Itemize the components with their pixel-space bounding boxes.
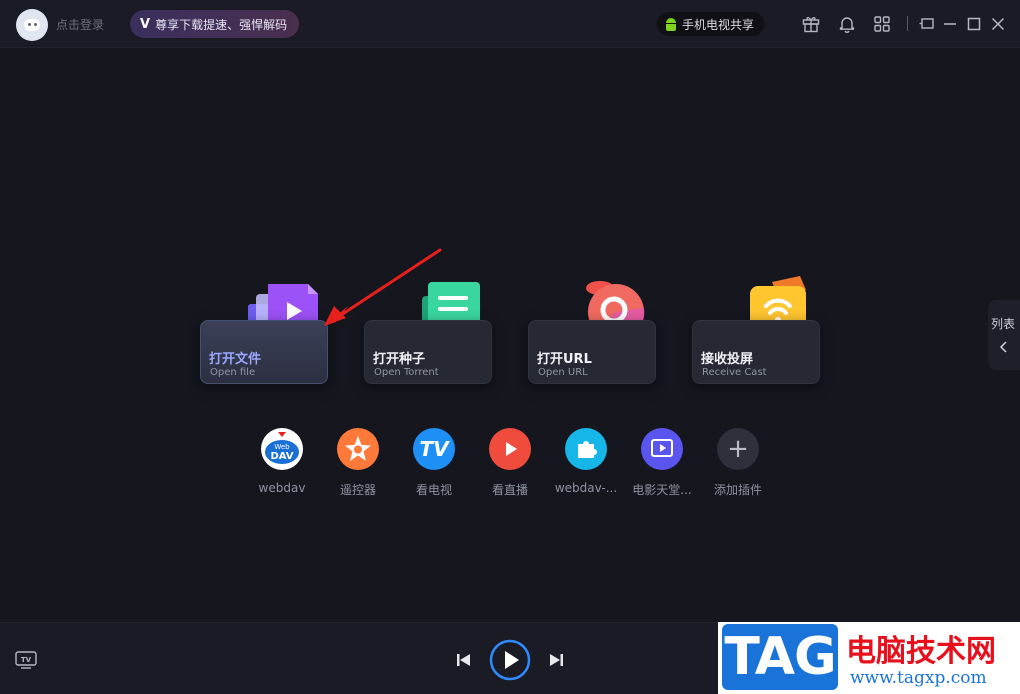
webdav-badge-bottom: DAV <box>270 451 293 462</box>
vip-promo-button[interactable]: V 尊享下载提速、强悍解码 <box>130 10 300 38</box>
plugin-watch-tv[interactable]: TV 看电视 <box>399 428 469 498</box>
plus-glyph: + <box>727 434 749 464</box>
watermark-site-name: 电脑技术网 <box>846 634 996 669</box>
watermark-tag-logo: TAG <box>722 624 838 690</box>
remote-star-icon <box>337 428 379 470</box>
playlist-side-tab[interactable]: 列表 <box>988 300 1020 370</box>
avatar-face <box>24 19 40 31</box>
phone-tv-share-button[interactable]: 手机电视共享 <box>657 12 765 36</box>
open-torrent-subtitle: Open Torrent <box>374 367 439 378</box>
puzzle-icon <box>565 428 607 470</box>
plugin-webdav[interactable]: Web DAV webdav <box>247 428 317 495</box>
vip-promo-label: 尊享下载提速、强悍解码 <box>155 17 288 32</box>
tv-mode-label: TV <box>21 656 32 664</box>
login-link[interactable]: 点击登录 <box>56 16 104 33</box>
play-button[interactable] <box>489 639 531 681</box>
close-icon[interactable] <box>988 14 1008 34</box>
receive-cast-card[interactable]: 接收投屏 Receive Cast <box>692 320 820 384</box>
live-play-icon <box>489 428 531 470</box>
open-torrent-title: 打开种子 <box>373 352 426 367</box>
previous-icon[interactable] <box>455 652 473 668</box>
playlist-tab-label: 列表 <box>991 317 1016 331</box>
minimize-icon[interactable] <box>940 14 960 34</box>
tv-badge-text: TV <box>419 437 449 461</box>
next-icon[interactable] <box>547 652 565 668</box>
plugin-remote-control[interactable]: 遥控器 <box>323 428 393 498</box>
plugin-watch-live[interactable]: 看直播 <box>475 428 545 498</box>
chevron-left-icon <box>999 341 1007 353</box>
open-url-card[interactable]: 打开URL Open URL <box>528 320 656 384</box>
toolbar-divider <box>907 16 908 31</box>
plugin-label: 遥控器 <box>339 483 376 497</box>
webdav-badge-top: Web <box>274 443 290 451</box>
vip-icon: V <box>140 16 151 32</box>
open-file-subtitle: Open file <box>210 367 256 378</box>
apps-grid-icon[interactable] <box>872 14 892 34</box>
avatar-eye-left <box>28 23 31 26</box>
maximize-icon[interactable] <box>964 14 984 34</box>
plugin-label: 电影天堂... <box>632 483 692 497</box>
plugin-label: 添加插件 <box>713 483 762 497</box>
open-file-title: 打开文件 <box>209 352 262 367</box>
open-url-title: 打开URL <box>537 352 592 367</box>
plugin-label: 看直播 <box>491 483 528 497</box>
site-watermark: TAG 电脑技术网 www.tagxp.com <box>718 622 1020 694</box>
tv-mode-icon[interactable]: TV <box>15 651 37 669</box>
mini-mode-icon[interactable] <box>917 14 937 34</box>
plugin-label: webdav <box>258 481 306 495</box>
gift-icon[interactable] <box>801 14 821 34</box>
bell-icon[interactable] <box>837 14 857 34</box>
plugin-add[interactable]: + 添加插件 <box>703 428 773 498</box>
plugin-webdav-2[interactable]: webdav-... <box>551 428 621 495</box>
plugin-movie-heaven[interactable]: 电影天堂... <box>627 428 697 498</box>
plugin-label: webdav-... <box>554 481 618 495</box>
plugin-label: 看电视 <box>415 483 452 497</box>
avatar-eye-right <box>34 23 37 26</box>
avatar[interactable] <box>16 9 48 41</box>
red-arrow-annotation <box>324 248 442 326</box>
watermark-url: www.tagxp.com <box>850 668 987 688</box>
title-bar: 点击登录 V 尊享下载提速、强悍解码 手机电视共享 <box>0 0 1020 48</box>
open-url-subtitle: Open URL <box>538 367 588 378</box>
receive-cast-subtitle: Receive Cast <box>702 367 767 378</box>
share-button-label: 手机电视共享 <box>682 17 755 32</box>
android-icon <box>665 17 677 31</box>
webdav-icon: Web DAV <box>261 428 303 470</box>
open-torrent-card[interactable]: 打开种子 Open Torrent <box>364 320 492 384</box>
movie-play-icon <box>641 428 683 470</box>
plus-icon: + <box>717 428 759 470</box>
tv-icon: TV <box>413 428 455 470</box>
receive-cast-title: 接收投屏 <box>701 352 754 367</box>
open-file-card[interactable]: 打开文件 Open file <box>200 320 328 384</box>
